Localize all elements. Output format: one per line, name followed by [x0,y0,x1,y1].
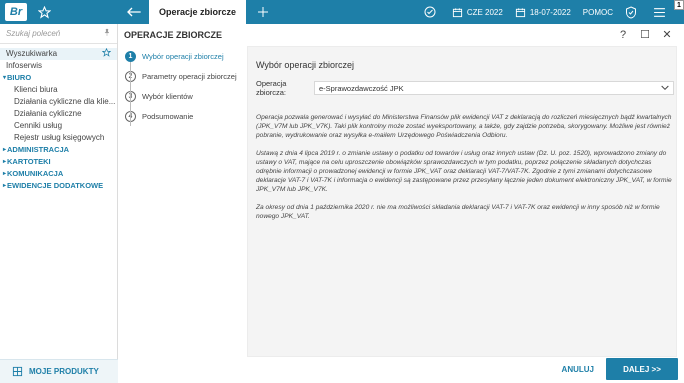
sidebar-group-administracja[interactable]: ▸ ADMINISTRACJA [0,144,117,156]
footer-actions: ANULUJ DALEJ >> [119,357,684,383]
caret-icon: ▾ [3,75,7,81]
sidebar-item-wyszukiwarka[interactable]: Wyszukiwarka [0,48,117,60]
caret-icon: ▸ [3,171,7,177]
date-selector[interactable]: 18-07-2022 [515,7,571,18]
sidebar-item-label: Wyszukiwarka [6,49,58,58]
close-icon[interactable]: ✕ [658,28,676,41]
description-paragraph: Ustawą z dnia 4 lipca 2019 r. o zmianie … [256,150,672,193]
grid-icon [12,366,23,377]
search-input[interactable]: Szukaj poleceń [6,29,60,38]
sidebar-group-label: KOMUNIKACJA [7,169,64,178]
step-4[interactable]: 4 Podsumowanie [125,106,243,126]
sidebar-item-infoserwis[interactable]: Infoserwis [0,60,117,72]
back-arrow-icon[interactable] [125,5,143,19]
sidebar-group-komunikacja[interactable]: ▸ KOMUNIKACJA [0,168,117,180]
wizard-steps: 1 Wybór operacji zbiorczej 2 Parametry o… [125,46,243,126]
shield-button[interactable] [625,5,641,19]
check-circle-icon [424,6,436,18]
operation-select-row: Operacja zbiorcza: e-Sprawozdawczość JPK [256,79,674,97]
sidebar-item-dzialania-cykliczne[interactable]: Działania cykliczne [0,108,117,120]
top-bar: Br Operacje zbiorcze CZE 2022 18-07-2022… [0,0,684,24]
panel-title: Wybór operacji zbiorczej [256,60,354,70]
maximize-icon[interactable]: ☐ [636,28,654,41]
operation-panel: Wybór operacji zbiorczej Operacja zbiorc… [247,46,677,357]
next-button[interactable]: DALEJ >> [606,358,678,380]
sidebar-group-kartoteki[interactable]: ▸ KARTOTEKI [0,156,117,168]
step-label: Parametry operacji zbiorczej [142,71,237,81]
year-label: CZE 2022 [466,7,503,17]
tab-operacje-zbiorcze[interactable]: Operacje zbiorcze [149,0,247,24]
operation-select-label: Operacja zbiorcza: [256,79,287,97]
sidebar-group-biuro[interactable]: ▾ BIURO [0,72,117,84]
step-label: Wybór klientów [142,91,193,101]
page-title: OPERACJE ZBIORCZE [124,30,223,40]
plus-icon[interactable] [256,5,270,19]
main-content: OPERACJE ZBIORCZE ? ☐ ✕ 1 Wybór operacji… [119,24,684,383]
step-1[interactable]: 1 Wybór operacji zbiorczej [125,46,243,66]
operation-select-value: e-Sprawozdawczość JPK [319,83,404,93]
sidebar-group-ewidencje[interactable]: ▸ EWIDENCJE DODATKOWE [0,180,117,192]
sidebar-group-label: ADMINISTRACJA [7,145,70,154]
my-products-label: MOJE PRODUKTY [29,367,99,376]
cancel-button[interactable]: ANULUJ [562,365,594,374]
step-number: 1 [125,50,136,62]
app-logo[interactable]: Br [5,3,27,21]
sidebar: Szukaj poleceń Wyszukiwarka Infoserwis ▾… [0,24,118,383]
operation-select[interactable]: e-Sprawozdawczość JPK [314,81,674,95]
calendar-icon [515,7,525,17]
sidebar-group-label: EWIDENCJE DODATKOWE [7,181,104,190]
year-selector[interactable]: CZE 2022 [452,7,503,18]
date-label: 18-07-2022 [529,7,571,17]
sidebar-search[interactable]: Szukaj poleceń [0,24,117,44]
hamburger-icon [654,7,665,17]
step-2[interactable]: 2 Parametry operacji zbiorczej [125,66,243,86]
help-icon[interactable]: ? [614,29,632,41]
window-controls: ? ☐ ✕ [610,28,676,42]
sidebar-item-rejestr-uslug[interactable]: Rejestr usług księgowych [0,132,117,144]
menu-button[interactable] [653,7,670,18]
shield-icon [626,5,636,19]
star-icon[interactable] [37,5,51,19]
sidebar-item-klienci-biura[interactable]: Klienci biura [0,84,117,96]
sidebar-group-label: BIURO [7,73,32,82]
step-3[interactable]: 3 Wybór klientów [125,86,243,106]
description-paragraph: Operacja pozwala generować i wysyłać do … [256,114,672,139]
chevron-down-icon[interactable] [661,84,669,93]
calendar-icon [452,7,462,17]
step-label: Wybór operacji zbiorczej [142,51,224,61]
caret-icon: ▸ [3,147,7,153]
caret-icon: ▸ [3,183,7,189]
check-circle-button[interactable] [424,6,440,18]
operation-description: Operacja pozwala generować i wysyłać do … [256,113,674,230]
description-paragraph: Za okresy od dnia 1 października 2020 r.… [256,204,660,220]
step-label: Podsumowanie [142,111,194,121]
step-connector [130,62,131,126]
pin-icon[interactable] [103,28,111,39]
caret-icon: ▸ [3,159,7,165]
sidebar-item-dzialania-cykliczne-dla-klientow[interactable]: Działania cykliczne dla klie... [0,96,117,108]
sidebar-item-cenniki-uslug[interactable]: Cenniki usług [0,120,117,132]
my-products-button[interactable]: MOJE PRODUKTY [0,359,118,383]
sidebar-group-label: KARTOTEKI [7,157,51,166]
star-icon[interactable] [101,48,112,60]
help-button[interactable]: POMOC [583,8,613,17]
notification-badge: 1 [674,0,684,10]
